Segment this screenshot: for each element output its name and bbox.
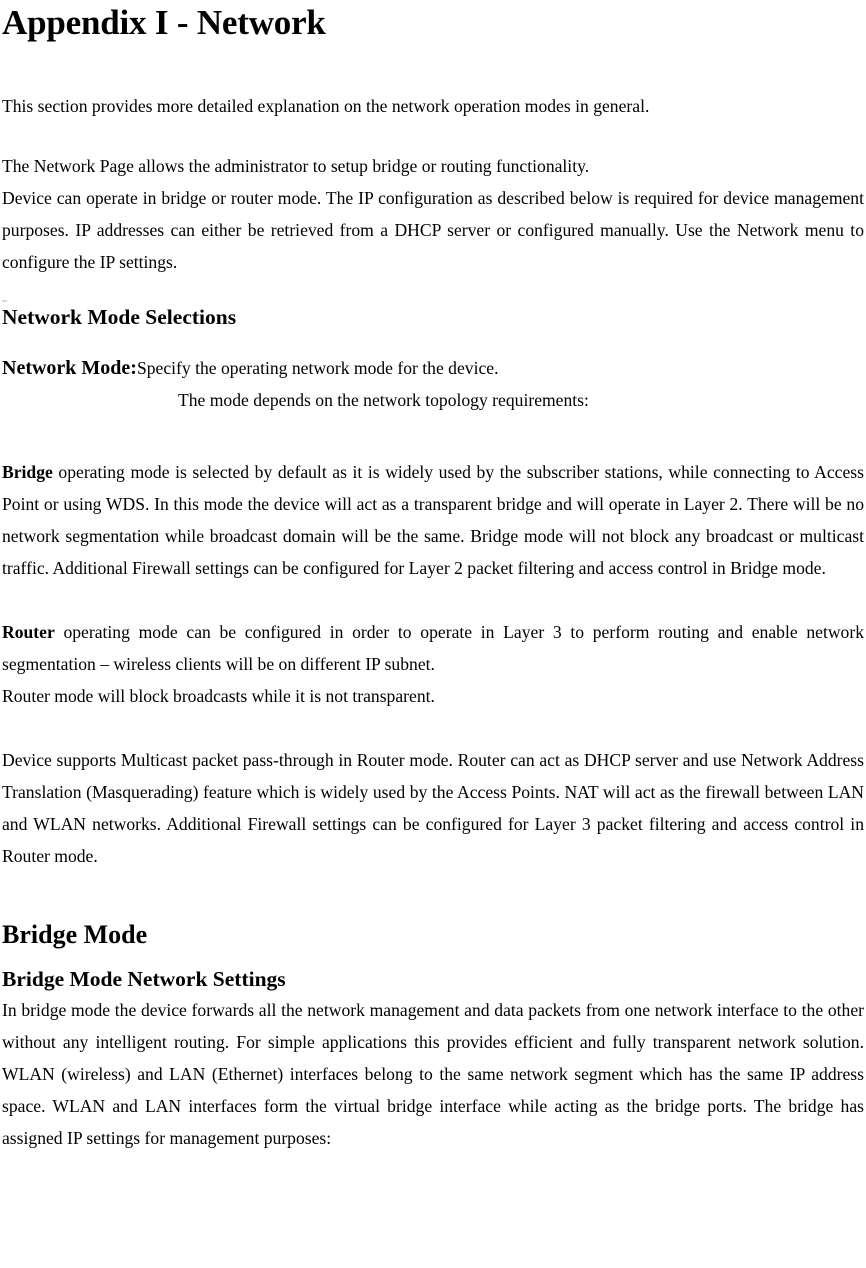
- heading-network-mode-selections: Network Mode Selections: [2, 305, 237, 329]
- heading-bridge-mode-network-settings: Bridge Mode Network Settings: [2, 967, 286, 991]
- router-paragraph-text: operating mode can be configured in orde…: [2, 622, 864, 674]
- multicast-paragraph: Device supports Multicast packet pass-th…: [2, 750, 864, 866]
- heading-bridge-mode: Bridge Mode: [2, 920, 148, 949]
- network-mode-term: Network Mode:: [2, 357, 137, 379]
- bridge-mode-network-settings-paragraph: In bridge mode the device forwards all t…: [2, 1000, 864, 1148]
- router-paragraph-line-2: Router mode will block broadcasts while …: [2, 686, 435, 706]
- page-title: Appendix I - Network: [2, 3, 326, 42]
- bridge-lead-word: Bridge: [2, 462, 53, 482]
- overview-line-1: The Network Page allows the administrato…: [2, 156, 590, 176]
- scan-artifact-mark: [2, 300, 7, 302]
- network-mode-description-line-2: The mode depends on the network topology…: [178, 390, 589, 410]
- document-page: Appendix I - Network This section provid…: [0, 0, 866, 1268]
- overview-paragraph: Device can operate in bridge or router m…: [2, 188, 864, 272]
- bridge-mode-paragraph: Bridge operating mode is selected by def…: [2, 456, 864, 584]
- intro-paragraph: This section provides more detailed expl…: [2, 96, 650, 116]
- bridge-paragraph-text: operating mode is selected by default as…: [2, 462, 864, 578]
- network-mode-description: Specify the operating network mode for t…: [136, 358, 499, 378]
- router-mode-paragraph: Router operating mode can be configured …: [2, 616, 864, 680]
- router-lead-word: Router: [2, 622, 55, 642]
- network-mode-definition: Network Mode:Specify the operating netwo…: [2, 352, 864, 384]
